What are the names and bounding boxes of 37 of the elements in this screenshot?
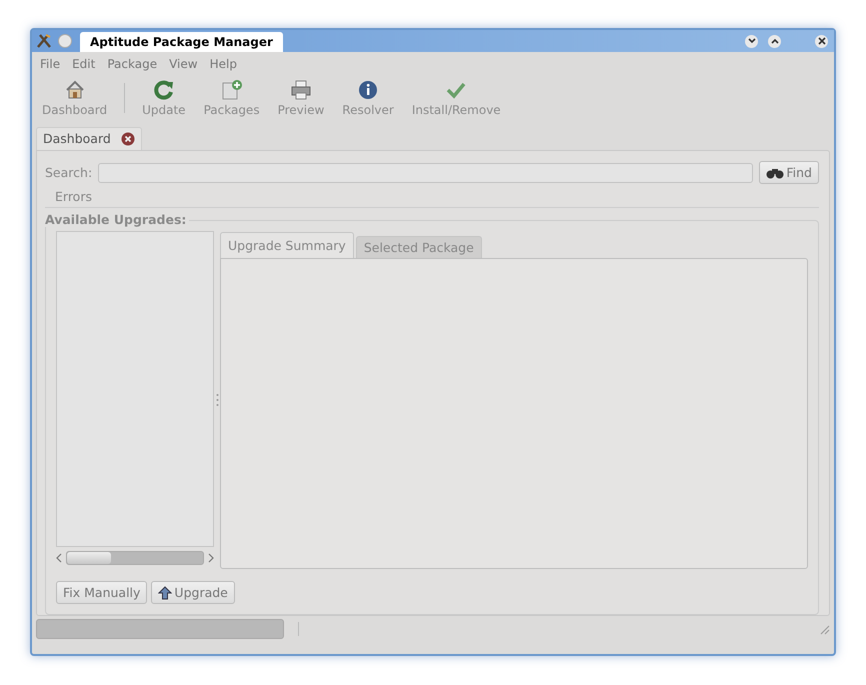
- chevron-up-icon: [770, 38, 778, 44]
- scroll-right-icon[interactable]: [208, 553, 214, 563]
- find-button[interactable]: Find: [759, 161, 819, 184]
- menu-item[interactable]: Package: [107, 57, 158, 71]
- printer-icon: [290, 79, 312, 101]
- chevron-down-icon: [748, 38, 756, 44]
- house-icon: [64, 79, 86, 101]
- action-button[interactable]: Upgrade: [151, 581, 235, 604]
- scroll-left-icon[interactable]: [56, 553, 62, 563]
- add-page-icon: [220, 79, 244, 101]
- up-arrow-icon: [158, 586, 172, 600]
- window-title: Aptitude Package Manager: [80, 32, 283, 52]
- close-icon: [818, 37, 826, 45]
- scrollbar[interactable]: [66, 551, 204, 565]
- search-field[interactable]: [98, 162, 754, 182]
- menu-item[interactable]: File: [40, 57, 60, 71]
- menu-item[interactable]: Help: [210, 57, 237, 71]
- minimize-button[interactable]: [745, 34, 758, 48]
- maximize-button[interactable]: [768, 34, 781, 48]
- tools-icon[interactable]: [36, 33, 52, 49]
- menu-button[interactable]: [58, 34, 72, 48]
- tab[interactable]: Selected Package: [356, 236, 482, 258]
- menu-item[interactable]: View: [169, 57, 198, 71]
- close-button[interactable]: [815, 34, 828, 48]
- search-label: Search:: [45, 165, 92, 180]
- info-icon: [357, 79, 380, 101]
- document-tab[interactable]: Dashboard: [36, 127, 142, 150]
- refresh-icon: [152, 79, 175, 101]
- tab[interactable]: Upgrade Summary: [220, 232, 354, 258]
- splitter-grip-icon[interactable]: [216, 393, 218, 407]
- resize-grip-icon[interactable]: [818, 623, 830, 635]
- close-icon[interactable]: [120, 132, 135, 146]
- errors-label: Errors: [45, 184, 819, 208]
- action-button[interactable]: Fix Manually: [56, 581, 148, 604]
- binoculars-icon: [766, 166, 784, 178]
- group-title: Available Upgrades:: [45, 212, 190, 227]
- menu-item[interactable]: Edit: [72, 57, 96, 71]
